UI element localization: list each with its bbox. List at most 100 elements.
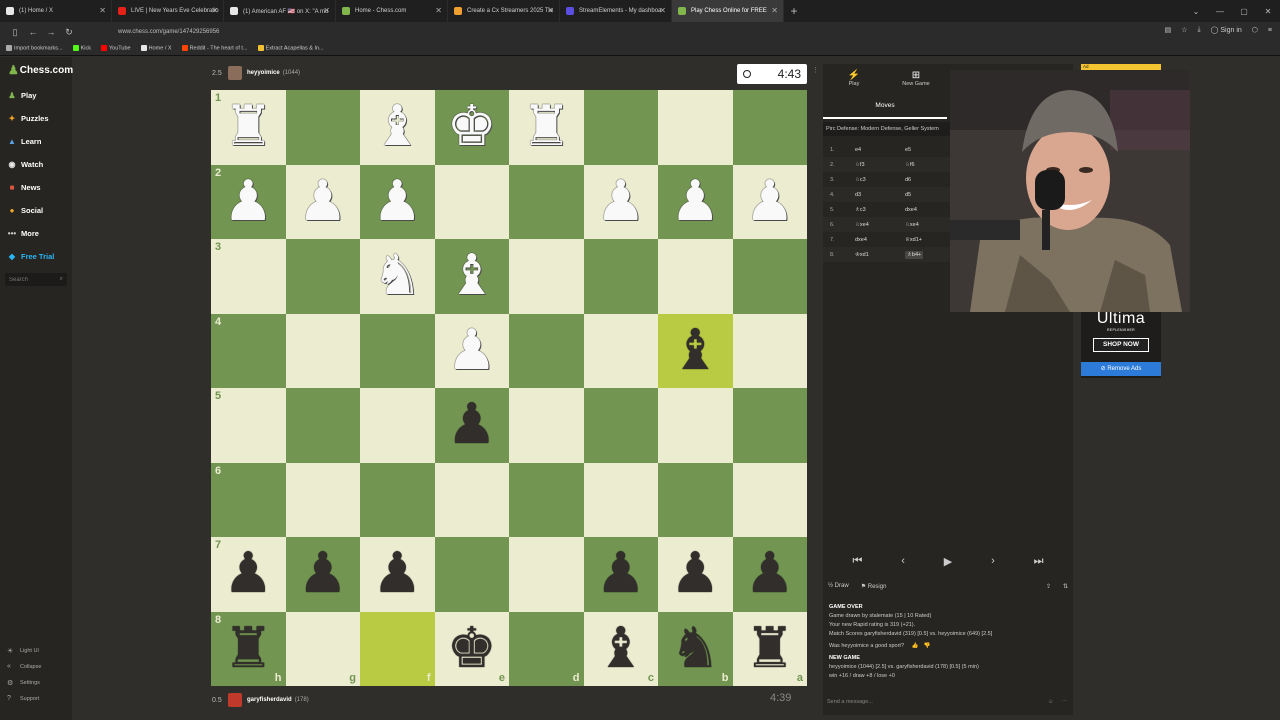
signin-button[interactable]: ◯ Sign in xyxy=(1211,26,1242,34)
board-square[interactable]: 8 h ♜ xyxy=(211,611,286,686)
board-square[interactable] xyxy=(509,164,584,239)
board-square[interactable]: 7 ♟ xyxy=(211,537,286,612)
sidebar-item-social[interactable]: ● Social xyxy=(7,203,44,217)
white-move[interactable]: d3 xyxy=(855,192,905,198)
board-square[interactable]: ♟ xyxy=(434,388,509,463)
white-pawn-piece[interactable]: ♟ xyxy=(223,173,273,230)
board-square[interactable] xyxy=(434,164,509,239)
new-tab-button[interactable]: + xyxy=(784,4,804,18)
bookmark-item[interactable]: Kick xyxy=(72,45,91,52)
maximize-button[interactable]: ▢ xyxy=(1232,7,1256,16)
sidebar-item-free-trial[interactable]: ◆ Free Trial xyxy=(7,249,54,263)
close-window-button[interactable]: ✕ xyxy=(1256,7,1280,16)
white-king-piece[interactable]: ♚ xyxy=(447,99,497,155)
top-player-name[interactable]: heyyoimice xyxy=(247,70,280,76)
sidebar-item-watch[interactable]: ◉ Watch xyxy=(7,157,44,171)
bookmark-star-icon[interactable]: ☆ xyxy=(1181,26,1187,34)
reload-button[interactable]: ↻ xyxy=(60,27,78,38)
tab-close-icon[interactable]: ✕ xyxy=(547,6,554,15)
board-square[interactable] xyxy=(509,313,584,388)
sidebar-item-puzzles[interactable]: ✦ Puzzles xyxy=(7,111,49,125)
search-input[interactable] xyxy=(9,276,53,283)
menu-icon[interactable]: ≡ xyxy=(1268,27,1272,34)
board-square[interactable]: ♟ xyxy=(732,164,807,239)
tab-close-icon[interactable]: ✕ xyxy=(659,6,666,15)
board-square[interactable]: g xyxy=(285,611,360,686)
board-square[interactable] xyxy=(285,313,360,388)
browser-tab[interactable]: Create a Cx Streamers 2025 Tie ✕ xyxy=(448,0,560,22)
board-square[interactable]: ♟ xyxy=(658,164,733,239)
black-pawn-piece[interactable]: ♟ xyxy=(670,546,720,602)
white-move[interactable]: dxe4 xyxy=(855,237,905,243)
white-move[interactable]: ♘c3 xyxy=(855,177,905,183)
more-options-icon[interactable]: ⋯ xyxy=(1062,699,1068,705)
black-move[interactable]: ♗b4+ xyxy=(905,250,924,259)
board-square[interactable] xyxy=(732,313,807,388)
board-square[interactable]: ♟ xyxy=(583,537,658,612)
drag-handle-icon[interactable]: ⋮ xyxy=(812,66,819,74)
tab-play[interactable]: ⚡ Play xyxy=(823,64,885,92)
board-square[interactable]: ♟ xyxy=(360,537,435,612)
last-move-icon[interactable]: ⏭ xyxy=(1034,555,1044,568)
flip-board-icon[interactable]: ⇅ xyxy=(1063,583,1068,590)
white-pawn-piece[interactable]: ♟ xyxy=(670,173,720,230)
white-pawn-piece[interactable]: ♟ xyxy=(298,173,348,230)
avatar[interactable] xyxy=(228,693,242,707)
board-square[interactable] xyxy=(285,462,360,537)
sidebar-toggle-icon[interactable]: ▯ xyxy=(6,27,24,38)
black-pawn-piece[interactable]: ♟ xyxy=(745,546,795,602)
black-pawn-piece[interactable]: ♟ xyxy=(223,546,273,602)
board-square[interactable]: 2 ♟ xyxy=(211,164,286,239)
board-square[interactable]: ♟ xyxy=(434,313,509,388)
board-square[interactable] xyxy=(658,462,733,537)
board-square[interactable]: ♚ xyxy=(434,90,509,165)
browser-tab[interactable]: StreamElements - My dashboa ✕ xyxy=(560,0,672,22)
board-square[interactable]: f xyxy=(360,611,435,686)
board-square[interactable] xyxy=(583,462,658,537)
sidebar-item-play[interactable]: ♟ Play xyxy=(7,88,36,102)
black-move[interactable]: dxe4 xyxy=(905,207,917,213)
white-move[interactable]: ♗c3 xyxy=(855,207,905,213)
board-square[interactable] xyxy=(583,90,658,165)
chesscom-logo[interactable]: ♟ Chess.com xyxy=(8,63,73,77)
tab-close-icon[interactable]: ✕ xyxy=(211,6,218,15)
black-move[interactable]: e5 xyxy=(905,147,911,153)
board-square[interactable]: 5 xyxy=(211,388,286,463)
black-pawn-piece[interactable]: ♟ xyxy=(596,546,646,602)
bookmark-item[interactable]: Home / X xyxy=(140,45,172,52)
white-move[interactable]: ♘xe4 xyxy=(855,222,905,228)
bottom-player-name[interactable]: garyfisherdavid xyxy=(247,697,292,703)
first-move-icon[interactable]: ⏮ xyxy=(852,555,862,568)
chess-board[interactable]: 1 ♜ ♝ ♚ ♜ 2 ♟ ♟ ♟ ♟ ♟ ♟ 3 ♞ ♝ 4 ♟ ♝ 5 ♟ 6 7 ♟ ♟ ♟ ♟ ♟ ♟ 8 h ♜ g f e ♚ d c ♝ b ♞… xyxy=(211,90,807,686)
white-knight-piece[interactable]: ♞ xyxy=(372,248,422,304)
board-square[interactable] xyxy=(434,462,509,537)
white-rook-piece[interactable]: ♜ xyxy=(521,99,571,155)
board-square[interactable]: a ♜ xyxy=(732,611,807,686)
white-pawn-piece[interactable]: ♟ xyxy=(372,173,422,230)
board-square[interactable] xyxy=(509,537,584,612)
board-square[interactable]: ♟ xyxy=(360,164,435,239)
board-square[interactable] xyxy=(285,388,360,463)
board-square[interactable] xyxy=(583,239,658,314)
browser-tab[interactable]: Play Chess Online for FREE ✕ xyxy=(672,0,784,22)
black-knight-piece[interactable]: ♞ xyxy=(670,620,720,677)
black-move[interactable]: ♘f6 xyxy=(905,162,915,168)
reader-icon[interactable]: ▤ xyxy=(1165,26,1172,34)
browser-tab[interactable]: (1) Home / X ✕ xyxy=(0,0,112,22)
sidebar-bottom-light-ui[interactable]: ☀ Light UI xyxy=(7,647,39,655)
sidebar-bottom-settings[interactable]: ⚙ Settings xyxy=(7,679,40,687)
board-square[interactable] xyxy=(434,537,509,612)
minimize-button[interactable]: — xyxy=(1208,7,1232,16)
board-square[interactable]: ♝ xyxy=(360,90,435,165)
emoji-icon[interactable]: ☺ xyxy=(1048,699,1054,705)
extension-icon[interactable]: ⬡ xyxy=(1252,26,1258,34)
remove-ads-button[interactable]: ⊘ Remove Ads xyxy=(1081,362,1161,376)
board-square[interactable] xyxy=(360,313,435,388)
board-square[interactable]: ♞ xyxy=(360,239,435,314)
board-square[interactable] xyxy=(509,388,584,463)
download-icon[interactable]: ⤓ xyxy=(1197,26,1200,34)
search-icon[interactable]: ⌕ xyxy=(60,276,63,283)
board-square[interactable] xyxy=(509,462,584,537)
thumbs-up-icon[interactable]: 👍 xyxy=(912,643,919,649)
board-square[interactable] xyxy=(658,388,733,463)
